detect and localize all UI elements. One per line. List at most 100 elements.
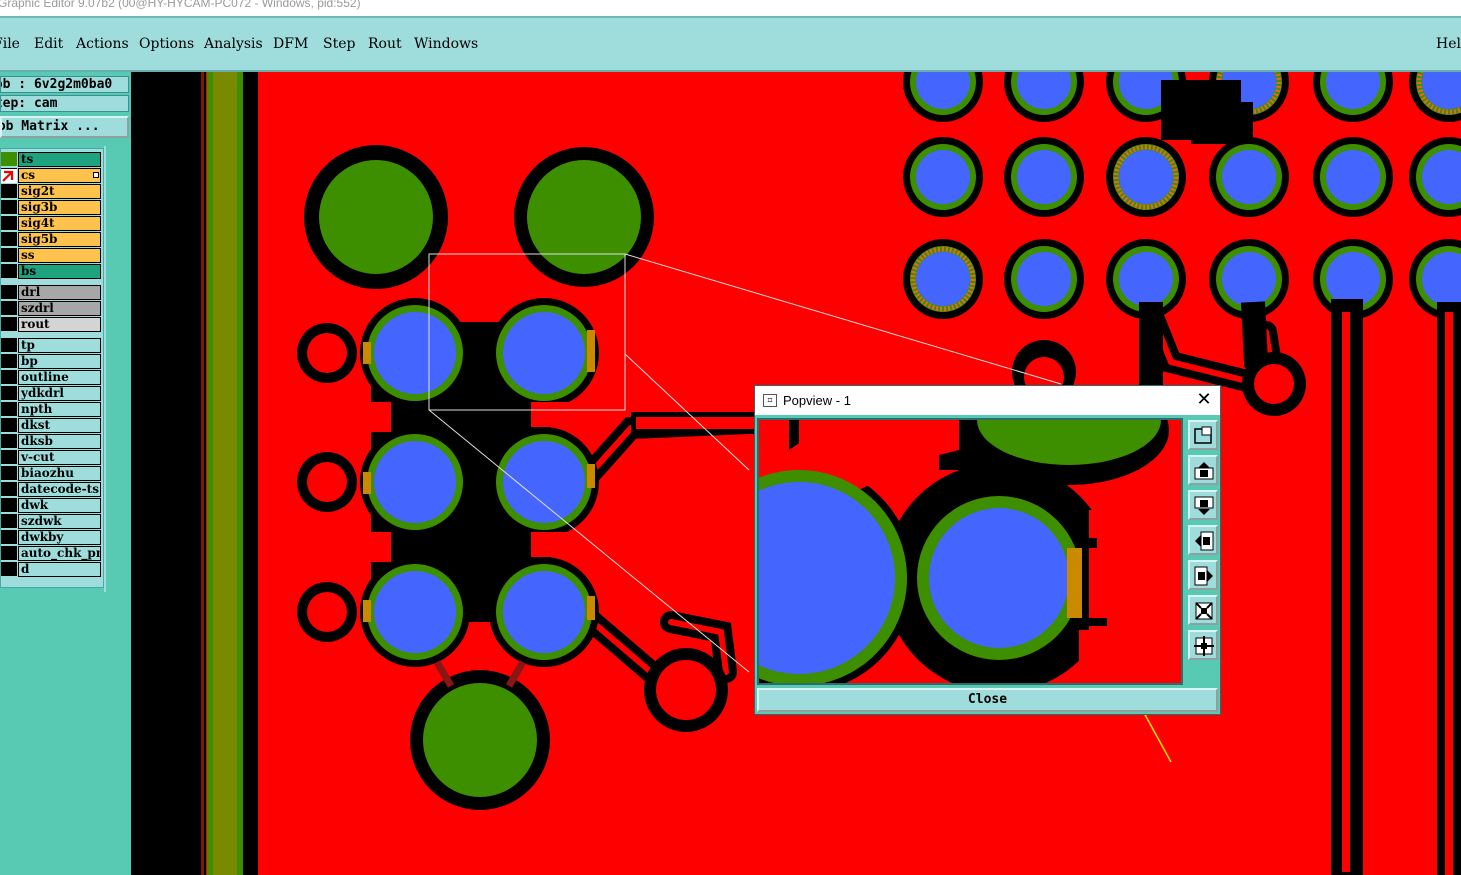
layer-name[interactable]: szdrl [18,301,101,316]
layer-row-sig2t[interactable]: sig2t [1,183,103,199]
close-icon[interactable]: ✕ [1194,389,1214,411]
layer-name[interactable]: dwkby [18,530,101,545]
layer-swatch[interactable] [1,200,17,214]
layer-row-sig5b[interactable]: sig5b [1,231,103,247]
layer-row-dwkby[interactable]: dwkby [1,529,103,545]
layer-swatch[interactable] [1,285,17,299]
layer-row-drl[interactable]: drl [1,284,103,300]
layer-swatch[interactable] [1,232,17,246]
layer-name[interactable]: tp [18,338,101,353]
layer-swatch[interactable] [1,482,17,496]
popview-canvas[interactable] [757,418,1183,685]
layer-list-scrollbar[interactable] [104,146,131,592]
layer-name[interactable]: rout [18,317,101,332]
layer-name[interactable]: dwk [18,498,101,513]
layer-swatch[interactable] [1,434,17,448]
layer-swatch[interactable] [1,264,17,278]
layer-swatch[interactable] [1,248,17,262]
layer-swatch[interactable] [1,450,17,464]
layer-row-dksb[interactable]: dksb [1,433,103,449]
layer-name[interactable]: outline [18,370,101,385]
zoom-window-button[interactable] [1188,420,1218,450]
layer-swatch[interactable] [1,184,17,198]
layer-row-ss[interactable]: ss [1,247,103,263]
layer-name[interactable]: datecode-ts [18,482,101,497]
layer-row-dkst[interactable]: dkst [1,417,103,433]
layer-row-npth[interactable]: npth [1,401,103,417]
menu-windows[interactable]: Windows [414,36,478,52]
layer-swatch[interactable] [1,530,17,544]
layer-name[interactable]: bp [18,354,101,369]
layer-name[interactable]: ts [18,152,101,167]
layer-swatch[interactable] [1,216,17,230]
job-matrix-button[interactable]: Job Matrix ... [0,116,129,138]
layer-name[interactable]: ss [18,248,101,263]
popview-close-button[interactable]: Close [757,688,1218,712]
layer-swatch[interactable] [1,562,17,576]
layer-row-bp[interactable]: bp [1,353,103,369]
layer-row-outline[interactable]: outline [1,369,103,385]
layer-name[interactable]: sig3b [18,200,101,215]
layer-swatch[interactable] [1,338,17,352]
layer-row-bs[interactable]: bs [1,263,103,279]
layer-swatch[interactable] [1,514,17,528]
layer-row-rout[interactable]: rout [1,316,103,332]
layer-row-szdwk[interactable]: szdwk [1,513,103,529]
menu-actions[interactable]: Actions [76,36,129,52]
popview-window[interactable]: ⌗ Popview - 1 ✕ Close [754,385,1221,715]
popview-title-bar[interactable]: ⌗ Popview - 1 ✕ [755,386,1220,415]
layer-row-datecode-ts[interactable]: datecode-ts [1,481,103,497]
layer-swatch[interactable] [1,386,17,400]
layer-name[interactable]: drl [18,285,101,300]
layer-name[interactable]: dkst [18,418,101,433]
active-layer-arrow-icon[interactable] [1,168,17,183]
zoom-in-button[interactable] [1188,595,1218,625]
layer-row-ydkdrl[interactable]: ydkdrl [1,385,103,401]
layer-row-auto_chk_pnl[interactable]: auto_chk_pnl [1,545,103,561]
layer-name[interactable]: sig2t [18,184,101,199]
pan-down-button[interactable] [1188,490,1218,520]
layer-name[interactable]: sig4t [18,216,101,231]
menu-options[interactable]: Options [139,36,194,52]
layer-swatch[interactable] [1,466,17,480]
layer-name[interactable]: biaozhu [18,466,101,481]
layer-name[interactable]: npth [18,402,101,417]
pan-up-button[interactable] [1188,455,1218,485]
layer-row-ts[interactable]: ts [1,151,103,167]
layer-swatch[interactable] [1,498,17,512]
layer-name[interactable]: v-cut [18,450,101,465]
layer-row-sig3b[interactable]: sig3b [1,199,103,215]
layer-swatch[interactable] [1,317,17,331]
layer-name[interactable]: sig5b [18,232,101,247]
layer-name[interactable]: d [18,562,101,577]
layer-name[interactable]: szdwk [18,514,101,529]
layer-row-dwk[interactable]: dwk [1,497,103,513]
menu-help[interactable]: Help [1436,36,1461,52]
layer-swatch[interactable] [1,301,17,315]
layer-row-tp[interactable]: tp [1,337,103,353]
pan-left-button[interactable] [1188,525,1218,555]
layer-name[interactable]: dksb [18,434,101,449]
layer-row-d[interactable]: d [1,561,103,577]
layer-row-biaozhu[interactable]: biaozhu [1,465,103,481]
layer-row-szdrl[interactable]: szdrl [1,300,103,316]
layer-row-cs[interactable]: cs [1,167,103,183]
layer-name[interactable]: cs [18,168,101,183]
pan-right-button[interactable] [1188,560,1218,590]
menu-analysis[interactable]: Analysis [204,36,263,52]
menu-edit[interactable]: Edit [34,36,63,52]
menu-dfm[interactable]: DFM [273,36,308,52]
layer-swatch[interactable] [1,402,17,416]
menu-rout[interactable]: Rout [368,36,402,52]
layer-name[interactable]: bs [18,264,101,279]
layer-row-v-cut[interactable]: v-cut [1,449,103,465]
layer-name[interactable]: ydkdrl [18,386,101,401]
menu-step[interactable]: Step [323,36,355,52]
layer-swatch[interactable] [1,418,17,432]
zoom-out-button[interactable] [1188,630,1218,660]
layer-row-sig4t[interactable]: sig4t [1,215,103,231]
layer-swatch[interactable] [1,370,17,384]
menu-file[interactable]: File [0,36,20,52]
layer-name[interactable]: auto_chk_pnl [18,546,101,561]
layer-swatch[interactable] [1,152,17,166]
